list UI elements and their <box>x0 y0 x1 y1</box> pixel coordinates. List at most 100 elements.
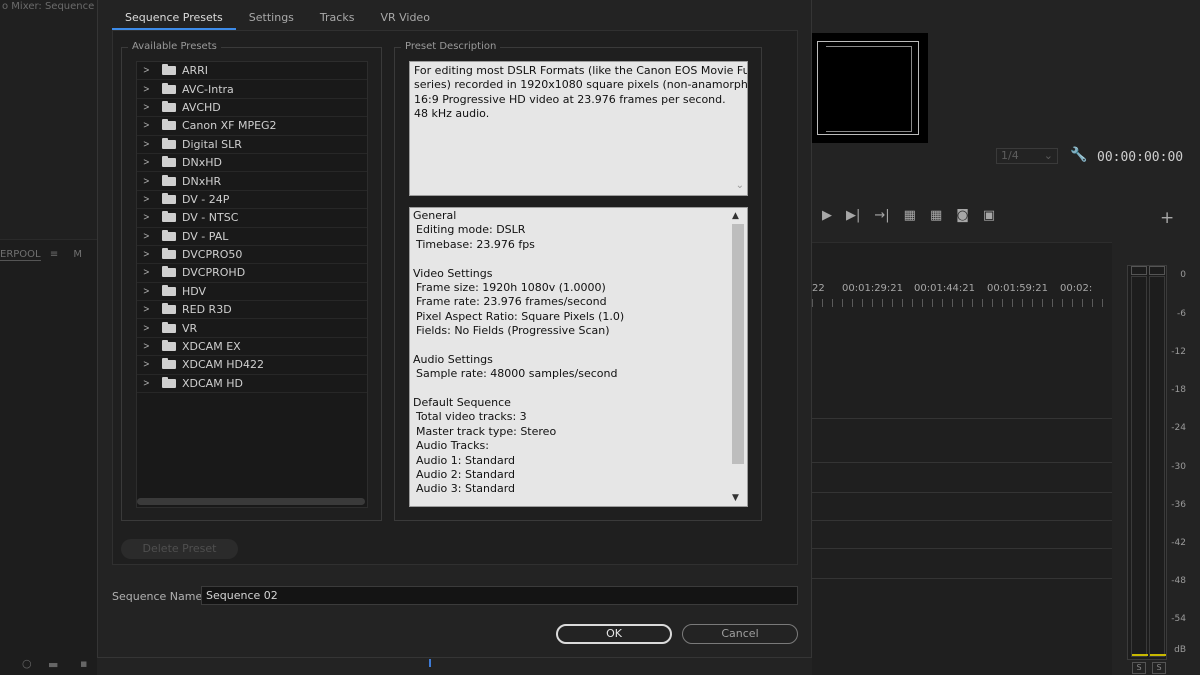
chevron-right-icon[interactable]: > <box>143 286 151 297</box>
preset-folder-label: DNxHD <box>182 156 222 170</box>
chevron-right-icon[interactable]: > <box>143 341 151 352</box>
chevron-right-icon[interactable]: > <box>143 231 151 242</box>
preset-folder-item[interactable]: > DNxHD <box>137 154 367 173</box>
preset-folder-item[interactable]: > DV - PAL <box>137 228 367 246</box>
preset-folder-item[interactable]: > RED R3D <box>137 301 367 320</box>
cancel-button[interactable]: Cancel <box>682 624 798 644</box>
chevron-right-icon[interactable]: > <box>143 176 151 187</box>
wrench-icon[interactable]: 🔧 <box>1070 147 1087 163</box>
preset-folder-item[interactable]: > AVCHD <box>137 99 367 118</box>
solo-left-button[interactable]: S <box>1132 662 1146 674</box>
preset-folder-item[interactable]: > XDCAM HD <box>137 375 367 394</box>
chevron-right-icon[interactable]: > <box>143 304 151 315</box>
preset-folder-item[interactable]: > ARRI <box>137 62 367 81</box>
presets-tree[interactable]: > ARRI > AVC-Intra > AVCHD > Canon XF MPEG2 > Dig… <box>136 61 368 508</box>
ruler-label: 00:01:29:21 <box>842 283 904 294</box>
track-divider <box>812 548 1112 549</box>
timeline-ruler[interactable]: 22 00:01:29:21 00:01:44:21 00:01:59:21 0… <box>812 283 1112 309</box>
preset-folder-label: Digital SLR <box>182 137 242 151</box>
preset-folder-item[interactable]: > Canon XF MPEG2 <box>137 117 367 136</box>
preset-folder-item[interactable]: > DV - NTSC <box>137 209 367 228</box>
solo-right-button[interactable]: S <box>1152 662 1166 674</box>
preset-folder-label: DV - PAL <box>182 229 229 243</box>
scroll-down-icon[interactable]: ▼ <box>732 491 739 505</box>
go-to-out-icon[interactable]: →| <box>874 208 889 228</box>
sequence-name-input[interactable]: Sequence 02 <box>201 586 798 605</box>
ok-button[interactable]: OK <box>556 624 672 644</box>
preset-folder-item[interactable]: > DVCPRO50 <box>137 246 367 265</box>
tab-vr-video[interactable]: VR Video <box>367 8 442 30</box>
preset-folder-item[interactable]: > XDCAM HD422 <box>137 356 367 375</box>
new-sequence-dialog: Sequence Presets Settings Tracks VR Vide… <box>97 0 812 658</box>
solo-buttons: S S <box>1132 662 1166 674</box>
compare-view-icon[interactable]: ▣ <box>983 208 995 228</box>
chevron-right-icon[interactable]: > <box>143 212 151 223</box>
chevron-right-icon[interactable]: > <box>143 249 151 260</box>
folder-icon <box>162 82 176 94</box>
chevron-down-icon[interactable]: ⌄ <box>736 179 744 193</box>
details-line: General <box>413 209 457 222</box>
resolution-value: 1/4 <box>1001 149 1019 162</box>
sequence-name-label: Sequence Name: <box>112 590 206 603</box>
new-bin-icon[interactable]: ▬ <box>48 658 58 671</box>
play-icon[interactable]: ▶ <box>822 208 832 228</box>
chevron-right-icon[interactable]: > <box>143 84 151 95</box>
panel-menu-icon[interactable]: ≡ <box>50 249 58 260</box>
search-icon[interactable]: ○ <box>22 657 32 670</box>
chevron-right-icon[interactable]: > <box>143 267 151 278</box>
dialog-tabs: Sequence Presets Settings Tracks VR Vide… <box>112 8 443 30</box>
details-line: Timebase: 23.976 fps <box>416 237 535 251</box>
add-button-icon[interactable]: + <box>1160 208 1174 228</box>
tab-powerpool[interactable]: ERPOOL <box>0 249 41 261</box>
preset-folder-label: XDCAM EX <box>182 340 241 354</box>
resolution-select[interactable]: 1/4 ⌄ <box>996 148 1058 164</box>
camera-icon[interactable]: ◙ <box>956 208 969 228</box>
chevron-right-icon[interactable]: > <box>143 194 151 205</box>
preset-folder-item[interactable]: > AVC-Intra <box>137 80 367 99</box>
preset-folder-item[interactable]: > VR <box>137 319 367 338</box>
horizontal-scrollbar[interactable] <box>137 498 365 505</box>
tab-media[interactable]: M <box>73 249 82 260</box>
tab-tracks[interactable]: Tracks <box>307 8 368 30</box>
chevron-right-icon[interactable]: > <box>143 323 151 334</box>
step-forward-icon[interactable]: ▶| <box>846 208 860 228</box>
ruler-ticks <box>812 299 1112 307</box>
preset-folder-item[interactable]: > HDV <box>137 283 367 302</box>
folder-icon <box>162 137 176 149</box>
folder-icon <box>162 64 176 76</box>
lift-icon[interactable]: ▦ <box>904 208 916 228</box>
preset-folder-label: DVCPROHD <box>182 266 246 280</box>
preset-folder-label: AVC-Intra <box>182 82 234 96</box>
sequence-presets-page: Available Presets > ARRI > AVC-Intra > AVCHD >… <box>112 30 798 565</box>
preset-folder-item[interactable]: > DV - 24P <box>137 191 367 210</box>
preset-folder-item[interactable]: > DVCPROHD <box>137 264 367 283</box>
tab-settings[interactable]: Settings <box>236 8 307 30</box>
delete-preset-button[interactable]: Delete Preset <box>121 539 238 559</box>
preset-folder-label: Canon XF MPEG2 <box>182 119 277 133</box>
details-line: Audio Tracks: <box>416 439 489 453</box>
playhead-marker[interactable] <box>429 659 431 667</box>
chevron-right-icon[interactable]: > <box>143 378 151 389</box>
preset-folder-item[interactable]: > DNxHR <box>137 172 367 191</box>
scroll-up-icon[interactable]: ▲ <box>732 209 739 223</box>
project-panel-toolbar: ○ ▬ ▪ <box>0 655 97 675</box>
preset-folder-item[interactable]: > Digital SLR <box>137 136 367 154</box>
preset-folder-label: DNxHR <box>182 174 222 188</box>
program-timecode[interactable]: 00:00:00:00 <box>1097 150 1183 165</box>
chevron-right-icon[interactable]: > <box>143 157 151 168</box>
db-tick: -30 <box>1171 462 1186 472</box>
chevron-right-icon[interactable]: > <box>143 359 151 370</box>
tab-sequence-presets[interactable]: Sequence Presets <box>112 8 236 30</box>
chevron-right-icon[interactable]: > <box>143 65 151 76</box>
chevron-right-icon[interactable]: > <box>143 102 151 113</box>
extract-icon[interactable]: ▦ <box>930 208 942 228</box>
preset-folder-label: DV - NTSC <box>182 211 239 225</box>
preset-folder-item[interactable]: > XDCAM EX <box>137 338 367 357</box>
chevron-right-icon[interactable]: > <box>143 139 151 150</box>
scrollbar-thumb[interactable] <box>732 224 744 464</box>
new-item-icon[interactable]: ▪ <box>80 657 87 670</box>
details-line <box>413 339 728 353</box>
details-line: Audio Settings <box>413 352 493 366</box>
vertical-scrollbar[interactable]: ▲ ▼ <box>729 208 747 506</box>
chevron-right-icon[interactable]: > <box>143 120 151 131</box>
